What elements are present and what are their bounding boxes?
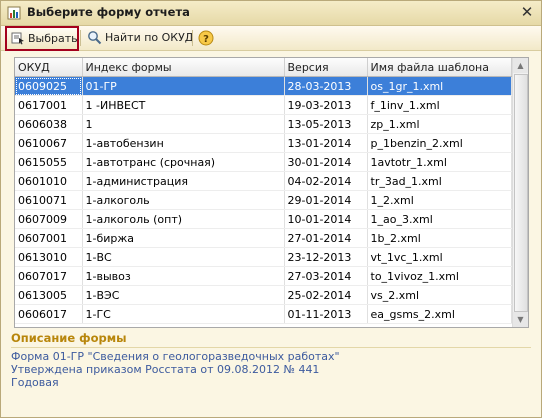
form-index-cell: 1-автотранс (срочная) <box>82 152 285 172</box>
form-index-cell: 01-ГР <box>82 76 285 96</box>
okud-cell: 0617001 <box>15 95 83 115</box>
template-file-cell: vs_2.xml <box>367 285 512 305</box>
version-cell: 25-02-2014 <box>284 285 368 305</box>
scrollbar-thumb[interactable] <box>514 74 528 312</box>
form-index-cell: 1-ВС <box>82 247 285 267</box>
version-cell: 13-05-2013 <box>284 114 368 134</box>
template-file-cell: vt_1vc_1.xml <box>367 247 512 267</box>
table-row[interactable]: 0610071 1-алкоголь 29-01-2014 1_2.xml <box>15 190 512 210</box>
title-bar[interactable]: Выберите форму отчета ✕ <box>1 1 541 26</box>
okud-cell: 0607001 <box>15 228 83 248</box>
form-index-cell: 1 <box>82 114 285 134</box>
template-file-cell: 1avtotr_1.xml <box>367 152 512 172</box>
version-cell: 19-03-2013 <box>284 95 368 115</box>
form-index-cell: 1-алкоголь <box>82 190 285 210</box>
table-row[interactable]: 0613005 1-ВЭС 25-02-2014 vs_2.xml <box>15 285 512 305</box>
okud-cell: 0609025 <box>15 76 83 96</box>
okud-cell: 0613005 <box>15 285 83 305</box>
search-icon <box>88 31 102 45</box>
column-header-version[interactable]: Версия <box>284 58 368 77</box>
okud-cell: 0613010 <box>15 247 83 267</box>
okud-cell: 0607017 <box>15 266 83 286</box>
template-file-cell: ea_gsms_2.xml <box>367 304 512 324</box>
okud-cell: 0601010 <box>15 171 83 191</box>
close-icon[interactable]: ✕ <box>519 4 535 20</box>
template-file-cell: 1b_2.xml <box>367 228 512 248</box>
version-cell: 28-03-2013 <box>284 76 368 96</box>
select-button-label: Выбрать <box>28 32 78 45</box>
version-cell: 27-03-2014 <box>284 266 368 286</box>
version-cell: 13-01-2014 <box>284 133 368 153</box>
form-index-cell: 1-алкоголь (опт) <box>82 209 285 229</box>
window-title: Выберите форму отчета <box>27 5 190 19</box>
okud-cell: 0607009 <box>15 209 83 229</box>
help-button[interactable]: ? <box>197 28 215 47</box>
select-button[interactable]: Выбрать <box>5 26 79 51</box>
toolbar: Выбрать Найти по ОКУД ? <box>1 26 541 51</box>
template-file-cell: zp_1.xml <box>367 114 512 134</box>
form-index-cell: 1-ВЭС <box>82 285 285 305</box>
version-cell: 23-12-2013 <box>284 247 368 267</box>
version-cell: 30-01-2014 <box>284 152 368 172</box>
table-row[interactable]: 0609025 01-ГР 28-03-2013 os_1gr_1.xml <box>15 76 512 96</box>
find-button-label: Найти по ОКУД <box>105 31 194 44</box>
table-row[interactable]: 0615055 1-автотранс (срочная) 30-01-2014 1a… <box>15 152 512 172</box>
column-header-okud[interactable]: ОКУД <box>15 58 83 77</box>
description-line: Форма 01-ГР "Сведения о геологоразведочн… <box>11 350 340 363</box>
form-index-cell: 1-биржа <box>82 228 285 248</box>
help-icon-glyph: ? <box>203 34 209 45</box>
report-form-icon <box>7 6 21 20</box>
table-row[interactable]: 0617001 1 -ИНВЕСТ 19-03-2013 f_1inv_1.xml <box>15 95 512 115</box>
column-header-template-file[interactable]: Имя файла шаблона <box>367 58 512 77</box>
report-forms-table[interactable]: ОКУД Индекс формы Версия Имя файла шабло… <box>14 57 529 328</box>
okud-cell: 0615055 <box>15 152 83 172</box>
table-row[interactable]: 0613010 1-ВС 23-12-2013 vt_1vc_1.xml <box>15 247 512 267</box>
form-index-cell: 1-администрация <box>82 171 285 191</box>
version-cell: 04-02-2014 <box>284 171 368 191</box>
table-row[interactable]: 0607009 1-алкоголь (опт) 10-01-2014 1_ao_3.… <box>15 209 512 229</box>
okud-cell: 0606038 <box>15 114 83 134</box>
template-file-cell: p_1benzin_2.xml <box>367 133 512 153</box>
scroll-up-arrow-icon[interactable]: ▲ <box>513 58 528 73</box>
forms-table: ОКУД Индекс формы Версия Имя файла шабло… <box>15 58 512 324</box>
description-divider <box>11 347 531 348</box>
template-file-cell: tr_3ad_1.xml <box>367 171 512 191</box>
description-title: Описание формы <box>11 331 127 345</box>
table-row[interactable]: 0607017 1-вывоз 27-03-2014 to_1vivoz_1.xml <box>15 266 512 286</box>
description-line: Годовая <box>11 376 59 389</box>
report-form-dialog: Выберите форму отчета ✕ Выбрать Найти по… <box>0 0 542 418</box>
table-row[interactable]: 0606038 1 13-05-2013 zp_1.xml <box>15 114 512 134</box>
template-file-cell: 1_ao_3.xml <box>367 209 512 229</box>
column-header-form-index[interactable]: Индекс формы <box>82 58 285 77</box>
okud-cell: 0610067 <box>15 133 83 153</box>
help-icon: ? <box>198 30 214 46</box>
toolbar-divider <box>80 30 81 46</box>
template-file-cell: 1_2.xml <box>367 190 512 210</box>
toolbar-divider <box>192 30 193 46</box>
form-index-cell: 1-вывоз <box>82 266 285 286</box>
form-index-cell: 1 -ИНВЕСТ <box>82 95 285 115</box>
find-by-okud-button[interactable]: Найти по ОКУД <box>85 28 201 47</box>
okud-cell: 0606017 <box>15 304 83 324</box>
description-line: Утверждена приказом Росстата от 09.08.20… <box>11 363 320 376</box>
template-file-cell: f_1inv_1.xml <box>367 95 512 115</box>
form-index-cell: 1-ГС <box>82 304 285 324</box>
select-cursor-icon <box>11 32 24 45</box>
version-cell: 10-01-2014 <box>284 209 368 229</box>
version-cell: 29-01-2014 <box>284 190 368 210</box>
okud-cell: 0610071 <box>15 190 83 210</box>
template-file-cell: to_1vivoz_1.xml <box>367 266 512 286</box>
table-row[interactable]: 0606017 1-ГС 01-11-2013 ea_gsms_2.xml <box>15 304 512 324</box>
version-cell: 01-11-2013 <box>284 304 368 324</box>
table-row[interactable]: 0607001 1-биржа 27-01-2014 1b_2.xml <box>15 228 512 248</box>
form-index-cell: 1-автобензин <box>82 133 285 153</box>
table-header-row: ОКУД Индекс формы Версия Имя файла шабло… <box>15 58 512 77</box>
table-row[interactable]: 0610067 1-автобензин 13-01-2014 p_1benzin_2… <box>15 133 512 153</box>
template-file-cell: os_1gr_1.xml <box>367 76 512 96</box>
scroll-down-arrow-icon[interactable]: ▼ <box>513 312 528 327</box>
table-row[interactable]: 0601010 1-администрация 04-02-2014 tr_3ad_1… <box>15 171 512 191</box>
version-cell: 27-01-2014 <box>284 228 368 248</box>
table-scrollbar[interactable]: ▲ ▼ <box>512 58 528 327</box>
